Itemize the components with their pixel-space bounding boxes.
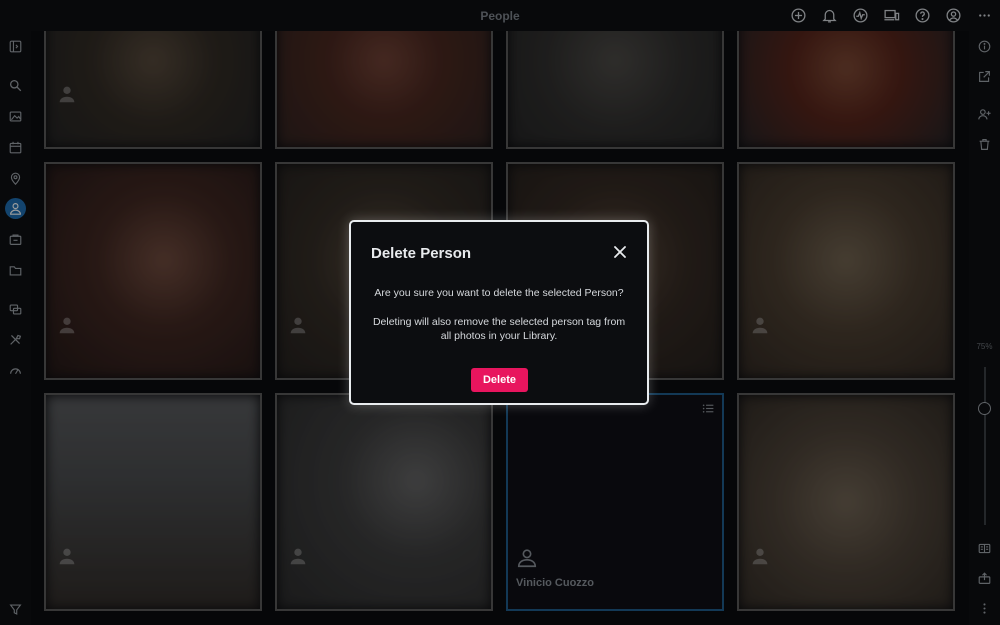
- close-icon[interactable]: [613, 245, 627, 259]
- dialog-title: Delete Person: [371, 245, 472, 262]
- delete-button[interactable]: Delete: [471, 368, 528, 392]
- delete-person-dialog: Delete Person Are you sure you want to d…: [349, 220, 649, 405]
- app-window: Vinicio Cuozzo People 75% Delete Person …: [0, 0, 1000, 625]
- dialog-detail: Deleting will also remove the selected p…: [372, 316, 626, 342]
- dialog-message: Are you sure you want to delete the sele…: [374, 287, 624, 299]
